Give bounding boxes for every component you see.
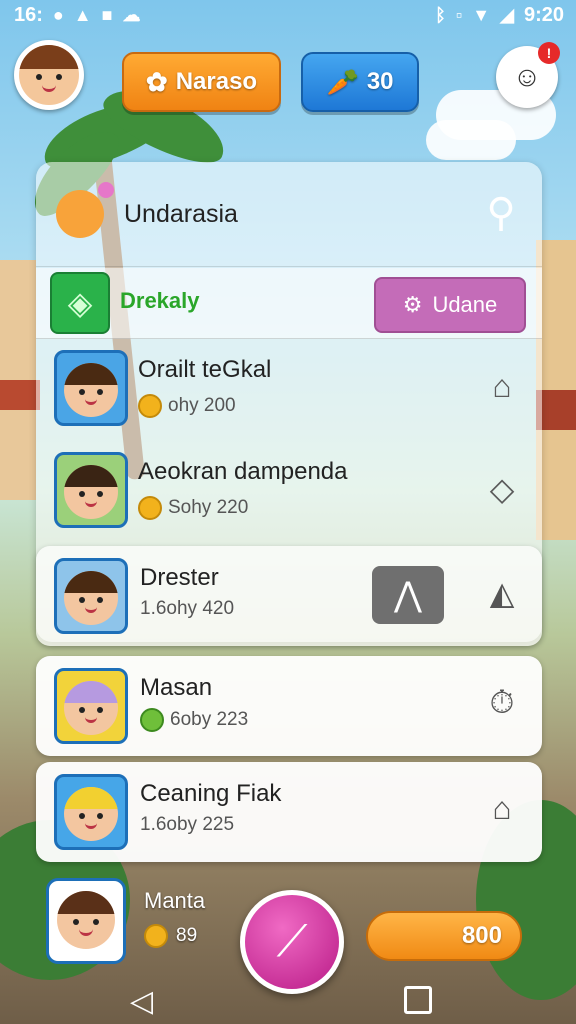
ribbon-bar: ◈ Drekaly ⚙ Udane (36, 268, 542, 339)
list-item-name: Aeokran dampenda (138, 458, 348, 485)
player-name-button[interactable]: ✿ Naraso (122, 52, 281, 112)
list-item-sub: 89 (144, 924, 197, 948)
avatar (54, 774, 128, 850)
list-item-name: Masan (140, 674, 213, 701)
list-item-sub-text: ohy 200 (168, 395, 236, 416)
list-item-sub: 1.6ohy 420 (140, 598, 235, 619)
list-item[interactable]: Orailt teGkal ohy 200 ⌂ (36, 340, 542, 440)
list-item-sub-text: 89 (176, 925, 198, 946)
list-item-sub: ohy 200 (138, 394, 236, 418)
list-item[interactable]: Masan 6oby 223 ⏱ (36, 656, 542, 756)
status-bar: 16: ● ▲ ■ ☁ ᛒ ▫ ▼ ◢ 9:20 (0, 0, 576, 30)
panel-header: Undarasia ⚲ (36, 162, 542, 267)
avatar (54, 558, 128, 634)
avatar (54, 668, 128, 744)
price-button[interactable]: 800 (366, 911, 522, 961)
currency-value: 30 (366, 68, 394, 95)
update-button[interactable]: ⚙ Udane (374, 277, 526, 333)
carrot-icon: 🥕 (326, 66, 359, 97)
avatar (54, 350, 128, 426)
profile-avatar[interactable] (14, 40, 84, 110)
panel-title: Undarasia (124, 200, 238, 228)
system-nav-bar: ◁ (0, 974, 576, 1024)
house-icon[interactable]: ⌂ (482, 368, 522, 408)
list-item-sub: 6oby 223 (140, 708, 248, 732)
share-button[interactable]: ⋀ (372, 566, 444, 624)
list-item[interactable]: Ceaning Fiak 1.6oby 225 ⌂ (36, 762, 542, 862)
lock-icon[interactable]: ⌂ (482, 790, 522, 830)
back-icon[interactable]: ◁ (130, 984, 153, 1019)
price-button-label: 800 (461, 922, 502, 949)
update-button-label: Udane (432, 292, 498, 317)
timer-icon[interactable]: ⏱ (482, 684, 522, 724)
wifi-icon: ▼ (472, 5, 491, 25)
list-item-sub: Sohy 220 (138, 496, 248, 520)
list-item-sub: 1.6oby 225 (140, 814, 235, 835)
clock-right: 9:20 (523, 4, 564, 26)
avatar (54, 452, 128, 528)
avatar (46, 878, 126, 964)
ribbon-label: Drekaly (120, 288, 200, 313)
bluetooth-icon: ᛒ (435, 5, 446, 25)
coin-icon (138, 394, 162, 418)
leaf-icon (140, 708, 164, 732)
key-icon[interactable]: ⚲ (478, 190, 524, 236)
tag-icon[interactable]: ◇ (482, 470, 522, 510)
list-item[interactable]: Aeokran dampenda Sohy 220 ◇ (36, 442, 542, 542)
list-item-sub-text: 6oby 223 (170, 709, 249, 730)
brush-icon: ⟋ (276, 917, 308, 966)
signal-action-icon[interactable]: ◭ (482, 574, 522, 614)
gear-icon: ⚙ (402, 292, 423, 317)
list-item-name: Orailt teGkal (138, 356, 272, 383)
currency-button[interactable]: 🥕 30 (301, 52, 419, 112)
vibrate-icon: ▫ (455, 5, 463, 25)
player-name-label: Naraso (175, 68, 258, 95)
notifications-button[interactable]: ☺ ! (496, 42, 560, 108)
triangle-icon: ▲ (73, 5, 92, 25)
list-item[interactable]: Drester 1.6ohy 420 ⋀ ◭ (36, 546, 542, 646)
signal-icon: ◢ (500, 5, 514, 25)
list-item-name: Manta (144, 888, 206, 913)
list-item-name: Drester (140, 564, 219, 591)
clock-left: 16: (14, 4, 43, 26)
list-item-name: Ceaning Fiak (140, 780, 282, 807)
coin-icon (138, 496, 162, 520)
coin-icon (144, 924, 168, 948)
mascot-icon (56, 182, 114, 238)
list-item-sub-text: Sohy 220 (168, 497, 249, 518)
recent-apps-icon[interactable] (404, 986, 432, 1014)
shield-badge-icon: ◈ (50, 272, 110, 334)
chat-bubble-icon: ✿ (145, 66, 168, 97)
cloud-icon: ☁ (122, 5, 141, 25)
notification-icon: ● (52, 5, 64, 25)
app-icon: ■ (101, 5, 113, 25)
smiley-icon: ☺ (512, 61, 542, 92)
notification-badge: ! (538, 42, 560, 64)
